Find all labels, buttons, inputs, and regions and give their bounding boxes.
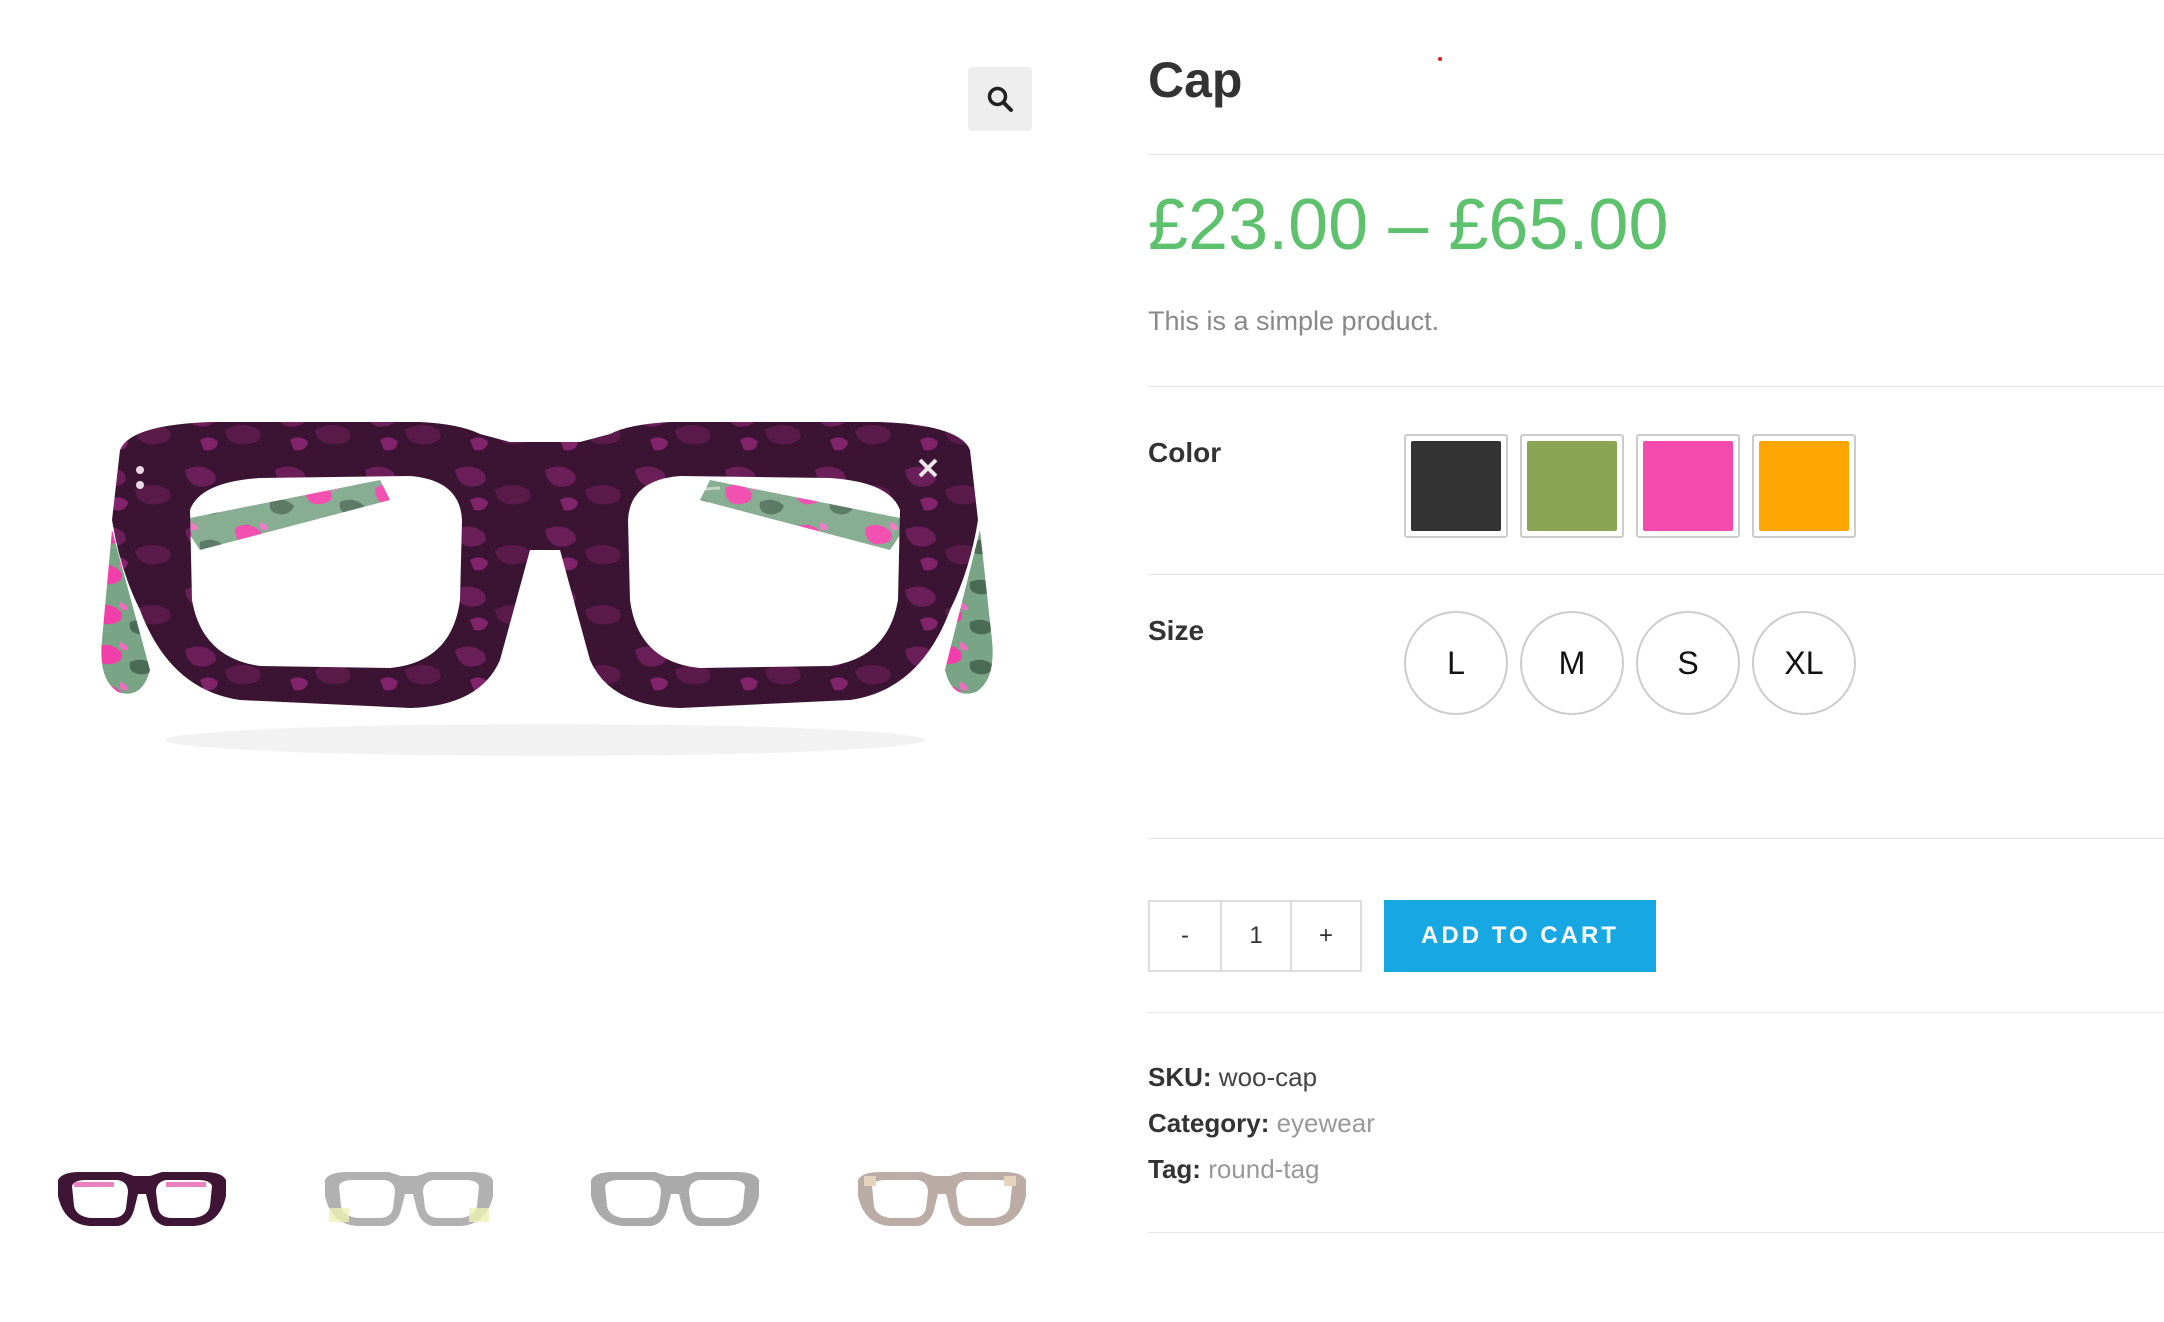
glasses-thumbnail-image bbox=[58, 1172, 226, 1226]
tag-label: Tag: bbox=[1148, 1154, 1201, 1184]
product-page: Cap £23.00 – £65.00 This is a simple pro… bbox=[0, 0, 2164, 1322]
quantity-input[interactable] bbox=[1220, 902, 1290, 970]
thumbnail-4[interactable] bbox=[852, 1150, 1032, 1250]
thumbnail-1[interactable] bbox=[52, 1150, 232, 1250]
product-title: Cap bbox=[1148, 52, 1243, 108]
swatch-fill bbox=[1759, 441, 1849, 531]
color-swatch-green[interactable] bbox=[1520, 434, 1624, 538]
category-label: Category: bbox=[1148, 1108, 1270, 1138]
sku-value: woo-cap bbox=[1218, 1062, 1318, 1092]
glasses-thumbnail-image bbox=[857, 1172, 1026, 1226]
divider bbox=[1148, 154, 2164, 155]
quantity-increment-button[interactable]: + bbox=[1290, 902, 1360, 970]
color-swatch-black[interactable] bbox=[1404, 434, 1508, 538]
thumbnail-3[interactable] bbox=[585, 1150, 765, 1250]
size-label: Size bbox=[1148, 615, 1205, 646]
color-swatches bbox=[1404, 434, 1856, 538]
quantity-stepper: - + bbox=[1148, 900, 1362, 972]
divider bbox=[1148, 1232, 2164, 1233]
glasses-thumbnail-image bbox=[591, 1172, 760, 1226]
size-options: L M S XL bbox=[1404, 611, 1856, 715]
thumbnail-strip bbox=[52, 1150, 1032, 1250]
divider bbox=[1148, 838, 2164, 839]
tag-link[interactable]: round-tag bbox=[1208, 1154, 1319, 1184]
divider bbox=[1148, 386, 2164, 387]
divider bbox=[1148, 1012, 2164, 1013]
swatch-fill bbox=[1527, 441, 1617, 531]
tag-row: Tag: round-tag bbox=[1148, 1153, 1320, 1185]
sku-label: SKU: bbox=[1148, 1062, 1212, 1092]
category-row: Category: eyewear bbox=[1148, 1107, 1375, 1139]
size-option-xl[interactable]: XL bbox=[1752, 611, 1856, 715]
thumbnail-2[interactable] bbox=[319, 1150, 499, 1250]
product-gallery bbox=[0, 0, 1090, 1322]
main-product-image[interactable] bbox=[90, 400, 1000, 780]
sku-row: SKU: woo-cap bbox=[1148, 1061, 1317, 1093]
color-label: Color bbox=[1148, 437, 1222, 468]
quantity-decrement-button[interactable]: - bbox=[1150, 902, 1220, 970]
divider bbox=[1148, 574, 2164, 575]
zoom-button[interactable] bbox=[968, 67, 1032, 131]
product-summary: Cap £23.00 – £65.00 This is a simple pro… bbox=[1148, 0, 2164, 1322]
color-swatch-orange[interactable] bbox=[1752, 434, 1856, 538]
red-dot-marker bbox=[1438, 57, 1442, 61]
short-description: This is a simple product. bbox=[1148, 306, 1440, 336]
category-link[interactable]: eyewear bbox=[1277, 1108, 1375, 1138]
product-price: £23.00 – £65.00 bbox=[1148, 185, 1669, 265]
swatch-fill bbox=[1643, 441, 1733, 531]
swatch-fill bbox=[1411, 441, 1501, 531]
size-option-l[interactable]: L bbox=[1404, 611, 1508, 715]
add-to-cart-button[interactable]: ADD TO CART bbox=[1384, 900, 1656, 972]
color-swatch-pink[interactable] bbox=[1636, 434, 1740, 538]
size-option-m[interactable]: M bbox=[1520, 611, 1624, 715]
size-option-s[interactable]: S bbox=[1636, 611, 1740, 715]
magnifier-icon bbox=[987, 86, 1013, 112]
glasses-thumbnail-image bbox=[324, 1172, 493, 1226]
